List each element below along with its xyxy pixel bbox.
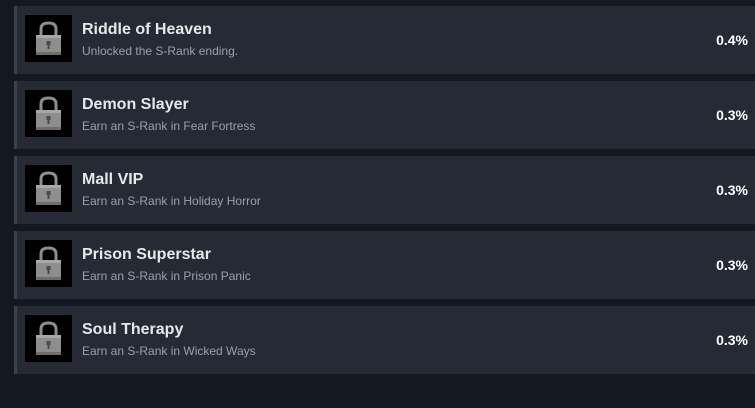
- achievement-icon: [25, 240, 72, 287]
- achievement-icon: [25, 15, 72, 62]
- achievement-row[interactable]: Riddle of Heaven Unlocked the S-Rank end…: [14, 6, 755, 74]
- achievement-title: Mall VIP: [82, 171, 144, 188]
- achievement-description: Unlocked the S-Rank ending.: [82, 44, 239, 58]
- achievement-icon: [25, 90, 72, 137]
- achievement-description: Earn an S-Rank in Wicked Ways: [82, 344, 256, 358]
- unlock-percentage: 0.3%: [716, 182, 748, 198]
- achievement-row[interactable]: Mall VIP Earn an S-Rank in Holiday Horro…: [14, 156, 755, 224]
- padlock-icon: [36, 21, 61, 55]
- padlock-icon: [36, 96, 61, 130]
- padlock-icon: [36, 171, 61, 205]
- achievement-row[interactable]: Soul Therapy Earn an S-Rank in Wicked Wa…: [14, 306, 755, 374]
- unlock-percentage: 0.3%: [716, 332, 748, 348]
- padlock-icon: [36, 321, 61, 355]
- achievement-title: Demon Slayer: [82, 96, 189, 113]
- achievement-title: Riddle of Heaven: [82, 21, 212, 38]
- achievement-title: Prison Superstar: [82, 246, 211, 263]
- achievement-row[interactable]: Prison Superstar Earn an S-Rank in Priso…: [14, 231, 755, 299]
- padlock-icon: [36, 246, 61, 280]
- unlock-percentage: 0.3%: [716, 257, 748, 273]
- achievement-title: Soul Therapy: [82, 321, 184, 338]
- achievement-description: Earn an S-Rank in Fear Fortress: [82, 119, 256, 133]
- achievement-description: Earn an S-Rank in Prison Panic: [82, 269, 251, 283]
- achievement-row[interactable]: Demon Slayer Earn an S-Rank in Fear Fort…: [14, 81, 755, 149]
- achievement-icon: [25, 165, 72, 212]
- unlock-percentage: 0.3%: [716, 107, 748, 123]
- unlock-percentage: 0.4%: [716, 32, 748, 48]
- achievement-description: Earn an S-Rank in Holiday Horror: [82, 194, 261, 208]
- achievement-icon: [25, 315, 72, 362]
